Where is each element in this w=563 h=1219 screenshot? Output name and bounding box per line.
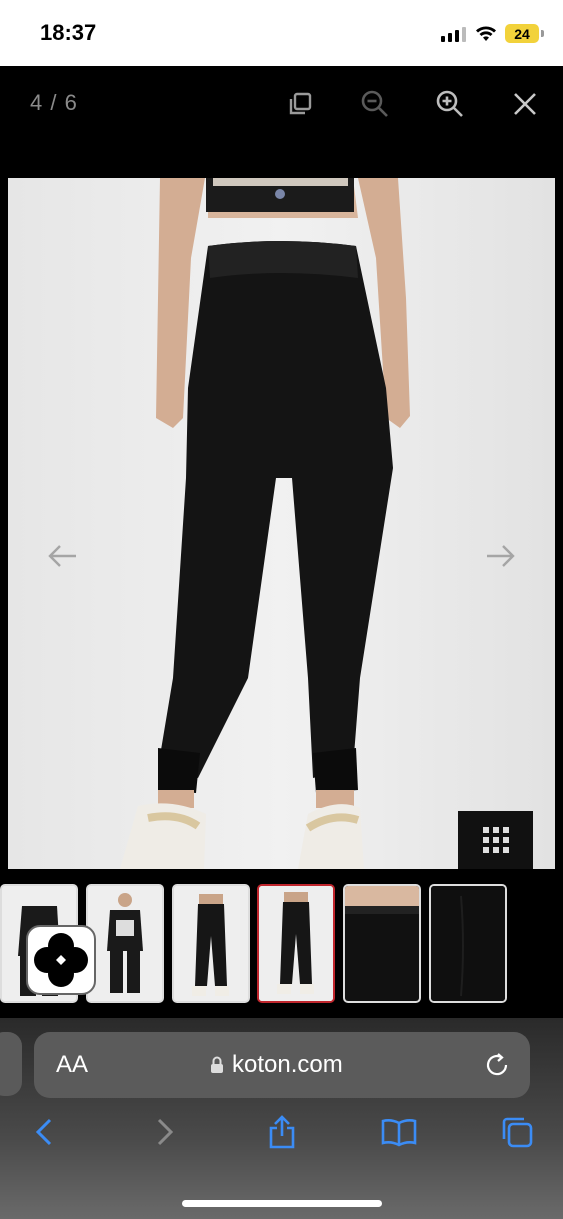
previous-image-arrow-icon[interactable] [46, 540, 78, 572]
tabs-button[interactable] [499, 1114, 535, 1150]
lightbox-header: 4 / 6 [0, 66, 563, 178]
home-indicator [182, 1200, 382, 1207]
address-bar[interactable]: AA koton.com [34, 1032, 530, 1098]
safari-toolbar: AA koton.com [0, 1018, 563, 1219]
url-text: koton.com [232, 1051, 343, 1078]
lock-icon [211, 1056, 223, 1073]
status-time: 18:37 [40, 20, 97, 45]
forward-button[interactable] [147, 1114, 183, 1150]
product-image[interactable] [8, 178, 555, 869]
share-icon [269, 1115, 295, 1149]
wifi-icon [476, 26, 496, 41]
bookmarks-button[interactable] [381, 1114, 417, 1150]
grid-view-button[interactable] [458, 811, 533, 869]
copy-icon [289, 92, 312, 115]
thumbnail-6[interactable] [429, 884, 507, 1003]
thumbnail-3[interactable] [172, 884, 250, 1003]
grid-icon [482, 827, 509, 853]
previous-tab-stub[interactable] [0, 1032, 22, 1096]
reload-icon[interactable] [484, 1052, 510, 1078]
close-button[interactable] [509, 88, 541, 120]
battery-indicator: 24 [505, 24, 544, 43]
floating-app-badge[interactable] [26, 925, 96, 995]
clover-logo-icon [34, 933, 88, 987]
close-icon [514, 93, 536, 115]
share-button[interactable] [264, 1114, 300, 1150]
zoom-out-icon [361, 90, 388, 117]
zoom-out-button[interactable] [359, 88, 391, 120]
book-icon [381, 1119, 417, 1147]
text-size-button[interactable]: AA [56, 1051, 88, 1079]
zoom-in-icon [436, 90, 463, 117]
thumbnail-5[interactable] [343, 884, 421, 1003]
next-image-arrow-icon[interactable] [485, 540, 517, 572]
product-photo [8, 178, 555, 869]
thumbnail-2[interactable] [86, 884, 164, 1003]
tabs-icon [502, 1117, 533, 1148]
back-button[interactable] [26, 1114, 62, 1150]
thumbnail-4-active[interactable] [257, 884, 335, 1003]
chevron-right-icon [157, 1118, 174, 1146]
zoom-in-button[interactable] [434, 88, 466, 120]
cellular-signal-icon [441, 27, 466, 42]
status-bar: 18:37 24 [0, 0, 563, 66]
chevron-left-icon [35, 1118, 52, 1146]
copy-button[interactable] [284, 88, 316, 120]
image-counter: 4 / 6 [30, 90, 78, 115]
url-display[interactable]: koton.com [210, 1051, 343, 1079]
